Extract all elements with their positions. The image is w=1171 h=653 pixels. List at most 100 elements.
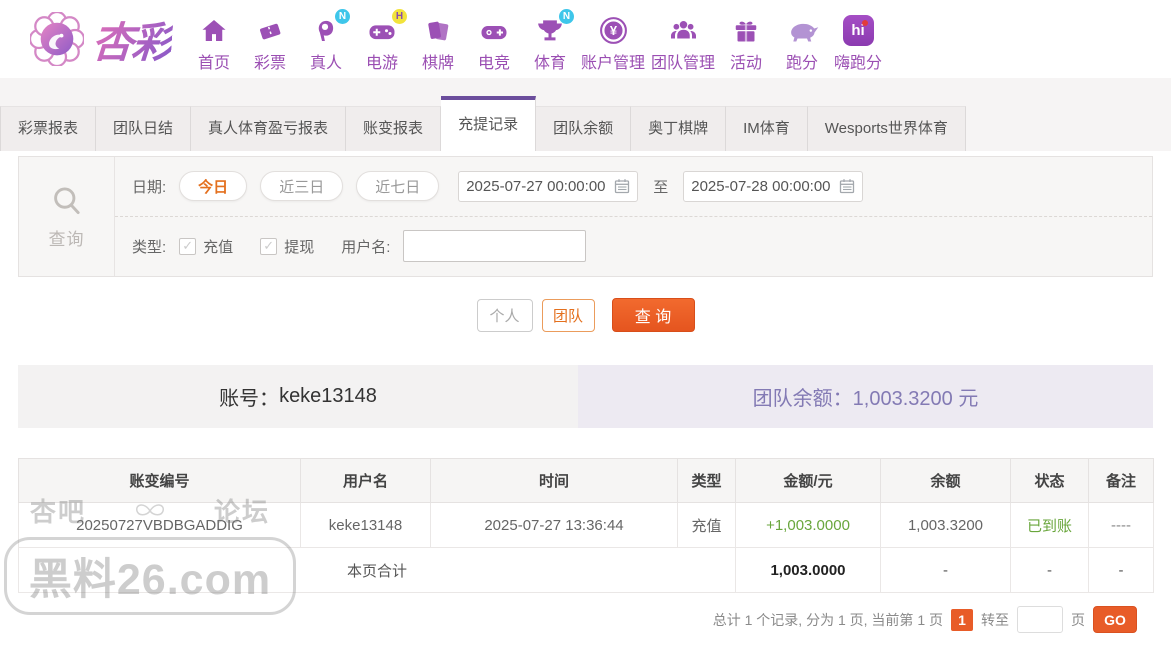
team-balance-label: 团队余额： xyxy=(752,388,853,410)
tab-deposit-withdraw-records[interactable]: 充提记录 xyxy=(441,96,537,151)
gift-icon xyxy=(731,12,761,46)
coin-yuan-icon: ¥ xyxy=(598,12,629,46)
filter-search-side: 查询 xyxy=(19,157,115,276)
hi-app-icon: hi xyxy=(842,12,874,46)
nav-item-hi-paofen[interactable]: hi 嗨跑分 xyxy=(830,6,886,73)
team-balance: 团队余额： 1,003.3200 元 xyxy=(578,365,1153,428)
page-unit-label: 页 xyxy=(1071,611,1085,628)
red-dot xyxy=(861,19,868,26)
col-change-id: 账变编号 xyxy=(18,458,301,503)
nav-item-paofen[interactable]: 跑分 xyxy=(774,6,830,73)
date-from-input[interactable] xyxy=(466,177,611,195)
action-buttons: 个人 团队 查 询 xyxy=(0,298,1171,332)
nav-item-promotions[interactable]: 活动 xyxy=(718,6,774,73)
current-page-button[interactable]: 1 xyxy=(951,608,973,631)
date-to-field[interactable] xyxy=(683,170,864,202)
brand-name: 杏彩 xyxy=(90,9,174,70)
team-button[interactable]: 团队 xyxy=(541,298,595,332)
cell-note: ---- xyxy=(1088,502,1154,548)
range-7days-button[interactable]: 近七日 xyxy=(356,171,440,202)
pagination-summary: 总计 1 个记录, 分为 1 页, 当前第 1 页 xyxy=(712,611,943,628)
nav-item-cards[interactable]: 棋牌 xyxy=(410,6,466,73)
tab-lottery-report[interactable]: 彩票报表 xyxy=(0,106,97,151)
col-type: 类型 xyxy=(677,458,736,503)
team-people-icon xyxy=(668,12,699,46)
username-label: 用户名: xyxy=(341,238,391,256)
summary-note: - xyxy=(1088,547,1154,593)
deposit-checkbox-label: 充值 xyxy=(203,238,234,256)
account-value: keke13148 xyxy=(279,385,377,407)
withdraw-checkbox-label: 提现 xyxy=(284,238,315,256)
tab-team-balance[interactable]: 团队余额 xyxy=(536,106,632,151)
tab-live-sports-pnl[interactable]: 真人体育盈亏报表 xyxy=(191,106,347,151)
cell-balance: 1,003.3200 xyxy=(880,502,1011,548)
nav-items: 首页 彩票 N 真人 H 电游 棋牌 电竞 N 体育 ¥ 账户管理 团队管理 活… xyxy=(186,6,886,73)
top-navigation: 杏彩 首页 彩票 N 真人 H 电游 棋牌 电竞 N 体育 ¥ 账户管理 团队管… xyxy=(0,0,1171,78)
calendar-icon[interactable] xyxy=(614,178,630,194)
filter-panel: 查询 日期: 今日 近三日 近七日 至 xyxy=(18,156,1153,277)
tab-aoding-cards[interactable]: 奥丁棋牌 xyxy=(631,106,727,151)
table-row: 20250727VBDBGADDIG keke13148 2025-07-27 … xyxy=(18,502,1154,548)
date-label: 日期: xyxy=(132,178,167,196)
live-person-icon: N xyxy=(311,8,351,46)
cell-amount: +1,003.0000 xyxy=(735,502,881,548)
nav-item-team-management[interactable]: 团队管理 xyxy=(648,6,718,73)
cell-username: keke13148 xyxy=(300,502,431,548)
nav-item-egames[interactable]: H 电游 xyxy=(354,6,410,73)
brand-logo[interactable]: 杏彩 xyxy=(30,9,174,70)
nav-item-home[interactable]: 首页 xyxy=(186,6,242,73)
summary-amount: 1,003.0000 xyxy=(735,547,881,593)
account-summary-bar: 账号： keke13148 团队余额： 1,003.3200 元 xyxy=(18,365,1153,428)
account-number: 账号： keke13148 xyxy=(18,365,578,428)
col-username: 用户名 xyxy=(300,458,431,503)
flower-emblem-icon xyxy=(30,12,84,66)
hot-badge: H xyxy=(392,8,408,24)
username-input[interactable] xyxy=(403,230,587,263)
range-separator: 至 xyxy=(653,178,669,196)
gamepad-icon: H xyxy=(366,8,408,46)
personal-button[interactable]: 个人 xyxy=(476,298,533,332)
summary-row: 本页合计 1,003.0000 - - - xyxy=(18,547,1154,593)
cell-status: 已到账 xyxy=(1010,502,1089,548)
esports-gamepad-icon xyxy=(478,12,510,46)
goto-page-input[interactable] xyxy=(1017,606,1063,633)
ticket-icon xyxy=(255,12,285,46)
cards-icon xyxy=(423,12,453,46)
go-button[interactable]: GO xyxy=(1093,606,1137,633)
col-note: 备注 xyxy=(1088,458,1154,503)
pagination-bar: 总计 1 个记录, 分为 1 页, 当前第 1 页 1 转至 页 GO xyxy=(0,606,1137,633)
range-today-button[interactable]: 今日 xyxy=(179,171,248,202)
calendar-icon[interactable] xyxy=(839,178,855,194)
deposit-checkbox[interactable]: ✓ xyxy=(179,237,197,255)
nav-item-esports[interactable]: 电竞 xyxy=(466,6,522,73)
trophy-icon: N xyxy=(535,8,575,46)
goto-label: 转至 xyxy=(981,611,1009,628)
summary-label: 本页合计 xyxy=(18,547,736,593)
summary-status: - xyxy=(1010,547,1089,593)
team-balance-value: 1,003.3200 元 xyxy=(852,388,979,410)
nav-item-sports[interactable]: N 体育 xyxy=(522,6,578,73)
account-label: 账号： xyxy=(219,388,280,410)
new-badge: N xyxy=(335,8,351,24)
range-3days-button[interactable]: 近三日 xyxy=(260,171,344,202)
nav-item-live[interactable]: N 真人 xyxy=(298,6,354,73)
tab-account-change-report[interactable]: 账变报表 xyxy=(346,106,442,151)
type-label: 类型: xyxy=(132,238,167,256)
records-table: 账变编号 用户名 时间 类型 金额/元 余额 状态 备注 20250727VBD… xyxy=(18,458,1154,593)
table-header-row: 账变编号 用户名 时间 类型 金额/元 余额 状态 备注 xyxy=(18,458,1154,503)
summary-balance: - xyxy=(880,547,1011,593)
new-badge: N xyxy=(559,8,575,24)
date-from-field[interactable] xyxy=(458,170,639,202)
cell-type: 充值 xyxy=(677,502,736,548)
tab-im-sports[interactable]: IM体育 xyxy=(726,106,808,151)
cell-change-id: 20250727VBDBGADDIG xyxy=(18,502,301,548)
search-button[interactable]: 查 询 xyxy=(611,298,695,332)
tab-wesports[interactable]: Wesports世界体育 xyxy=(807,106,966,151)
tab-team-daily[interactable]: 团队日结 xyxy=(96,106,192,151)
report-tab-bar: 彩票报表 团队日结 真人体育盈亏报表 账变报表 充提记录 团队余额 奥丁棋牌 I… xyxy=(0,78,1171,151)
col-time: 时间 xyxy=(430,458,678,503)
date-to-input[interactable] xyxy=(691,177,836,195)
nav-item-account-management[interactable]: ¥ 账户管理 xyxy=(578,6,648,73)
withdraw-checkbox[interactable]: ✓ xyxy=(260,237,278,255)
nav-item-lottery[interactable]: 彩票 xyxy=(242,6,298,73)
